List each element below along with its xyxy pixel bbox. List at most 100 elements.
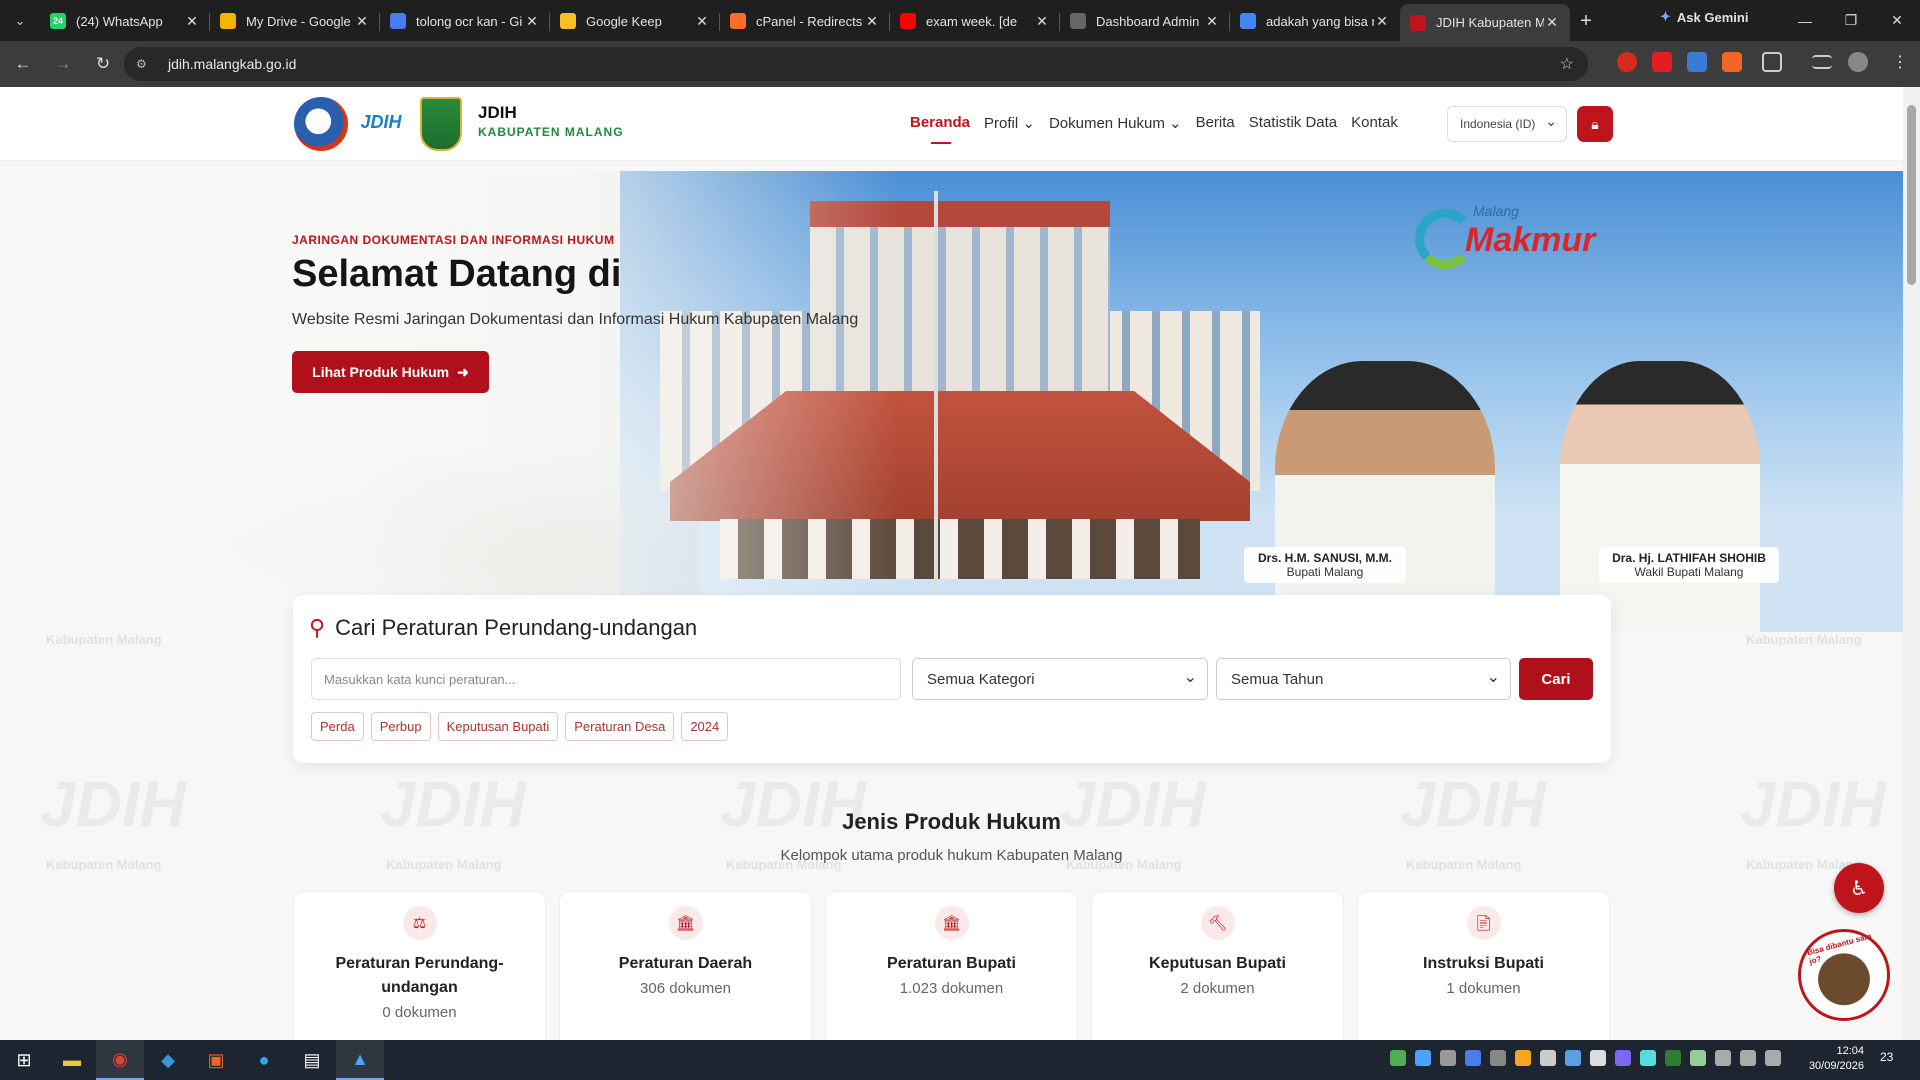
browser-tab[interactable]: JDIH Kabupaten M ✕ [1400,4,1570,41]
nav-item[interactable]: Profil ⌄ [984,114,1035,132]
tray-icon[interactable] [1690,1050,1706,1066]
nav-item[interactable]: Statistik Data [1249,114,1337,132]
tray-icon[interactable] [1665,1050,1681,1066]
tray-icon[interactable] [1590,1050,1606,1066]
extension-icon-2[interactable] [1652,52,1672,72]
product-card[interactable]: 🏛︎ Peraturan Daerah 306 dokumen [559,891,812,1040]
product-card[interactable]: 📄︎ Instruksi Bupati 1 dokumen [1357,891,1610,1040]
battery-icon[interactable] [1765,1050,1781,1066]
extensions-puzzle-icon[interactable] [1762,52,1782,72]
clock[interactable]: 12:04 30/09/2026 [1798,1044,1864,1074]
browser-tab[interactable]: cPanel - Redirects ✕ [720,4,890,38]
browser-tab[interactable]: My Drive - Google ✕ [210,4,380,38]
minimize-button[interactable]: — [1782,0,1828,41]
file-explorer-icon[interactable]: ▬ [48,1040,96,1080]
product-card-count: 0 dokumen [382,1004,457,1021]
wifi-icon[interactable] [1715,1050,1731,1066]
category-select[interactable]: Semua Kategori [912,658,1208,700]
start-button[interactable]: ⊞ [0,1040,48,1080]
app-icon[interactable]: ▲ [336,1040,384,1080]
ask-gemini-button[interactable]: ✦ Ask Gemini [1660,9,1748,25]
restore-button[interactable]: ❐ [1828,0,1874,41]
browser-menu-icon[interactable]: ⋮ [1892,52,1908,72]
page-scrollbar[interactable] [1903,87,1920,1040]
vscode-icon[interactable]: ◆ [144,1040,192,1080]
kabupaten-malang-emblem[interactable] [420,97,462,151]
search-button[interactable]: Cari [1519,658,1593,700]
accessibility-button[interactable]: ♿︎ [1834,863,1884,913]
volume-icon[interactable] [1740,1050,1756,1066]
jdih-malang-logo[interactable]: JDIH [354,105,408,139]
tray-icon[interactable] [1640,1050,1656,1066]
tray-icon[interactable] [1440,1050,1456,1066]
keyword-input[interactable]: Masukkan kata kunci peraturan... [311,658,901,700]
new-tab-button[interactable]: + [1570,4,1602,38]
notification-center-button[interactable]: 23 [1880,1050,1893,1064]
tray-icon[interactable] [1540,1050,1556,1066]
tray-icon[interactable] [1515,1050,1531,1066]
browser-tab[interactable]: tolong ocr kan - Gi ✕ [380,4,550,38]
browser-tab[interactable]: 24 (24) WhatsApp ✕ [40,4,210,38]
filter-chip[interactable]: Peraturan Desa [565,712,675,741]
filter-chip[interactable]: 2024 [681,712,729,741]
tray-icon[interactable] [1465,1050,1481,1066]
close-tab-icon[interactable]: ✕ [354,13,370,30]
forward-button[interactable]: → [46,47,80,81]
extension-icon-1[interactable] [1617,52,1637,72]
tray-icon[interactable] [1615,1050,1631,1066]
close-tab-icon[interactable]: ✕ [184,13,200,30]
back-button[interactable]: ← [6,47,40,81]
tray-icon[interactable] [1390,1050,1406,1066]
close-tab-icon[interactable]: ✕ [524,13,540,30]
chat-mascot-button[interactable]: Bisa dibantu sam jo? [1798,929,1890,1021]
sublime-icon[interactable]: ▣ [192,1040,240,1080]
tray-icon[interactable] [1565,1050,1581,1066]
product-card[interactable]: ⚖ Peraturan Perundang-undangan 0 dokumen [293,891,546,1040]
nav-item[interactable]: Beranda [910,114,970,144]
year-select[interactable]: Semua Tahun [1216,658,1511,700]
browser-tab[interactable]: Google Keep ✕ [550,4,720,38]
filter-chip[interactable]: Perda [311,712,364,741]
product-card[interactable]: 🏛︎ Peraturan Bupati 1.023 dokumen [825,891,1078,1040]
nav-item[interactable]: Kontak [1351,114,1398,132]
brand[interactable]: JDIH KABUPATEN MALANG [478,103,624,139]
view-legal-products-button[interactable]: Lihat Produk Hukum ➜ [292,351,489,393]
product-card[interactable]: 🔨︎ Keputusan Bupati 2 dokumen [1091,891,1344,1040]
hero-title: Selamat Datang di [292,253,622,295]
extension-icon-4[interactable] [1722,52,1742,72]
tray-icon[interactable] [1415,1050,1431,1066]
wakil-bupati-photo [1560,361,1760,632]
close-tab-icon[interactable]: ✕ [1034,13,1050,30]
windows-taskbar: ⊞ ▬ ◉ ◆ ▣ ● ▤ ▲ 12:04 30/09/2026 23 [0,1040,1920,1080]
bookmark-star-icon[interactable]: ☆ [1560,54,1574,74]
close-tab-icon[interactable]: ✕ [1204,13,1220,30]
close-tab-icon[interactable]: ✕ [1374,13,1390,30]
nav-item[interactable]: Berita [1196,114,1235,132]
browser-tab[interactable]: exam week. [de ✕ [890,4,1060,38]
nav-item[interactable]: Dokumen Hukum ⌄ [1049,114,1182,132]
login-lock-button[interactable]: 🔒︎ [1577,106,1613,142]
tray-icon[interactable] [1490,1050,1506,1066]
language-select[interactable]: Indonesia (ID) [1447,106,1567,142]
close-tab-icon[interactable]: ✕ [1544,14,1560,31]
filter-chip[interactable]: Perbup [370,712,431,741]
close-tab-icon[interactable]: ✕ [864,13,880,30]
scrollbar-thumb[interactable] [1907,105,1916,285]
close-tab-icon[interactable]: ✕ [694,13,710,30]
site-info-icon[interactable]: ⚙ [136,57,158,71]
browser-tab[interactable]: adakah yang bisa n ✕ [1230,4,1400,38]
filter-chip[interactable]: Keputusan Bupati [437,712,559,741]
jdihn-logo[interactable] [294,97,348,151]
notepad-icon[interactable]: ▤ [288,1040,336,1080]
url-field[interactable]: ⚙ jdih.malangkab.go.id ☆ [124,47,1588,81]
profile-avatar[interactable] [1848,52,1868,72]
media-control-icon[interactable] [1812,55,1832,69]
close-window-button[interactable]: ✕ [1874,0,1920,41]
chrome-taskbar-icon[interactable]: ◉ [96,1040,144,1080]
mascot-bubble-text: Bisa dibantu sam jo? [1806,931,1873,967]
reload-button[interactable]: ↻ [86,47,120,81]
edge-icon[interactable]: ● [240,1040,288,1080]
extension-icon-3[interactable] [1687,52,1707,72]
browser-tab[interactable]: Dashboard Admin ✕ [1060,4,1230,38]
tab-search-icon[interactable]: ⌄ [0,0,40,41]
